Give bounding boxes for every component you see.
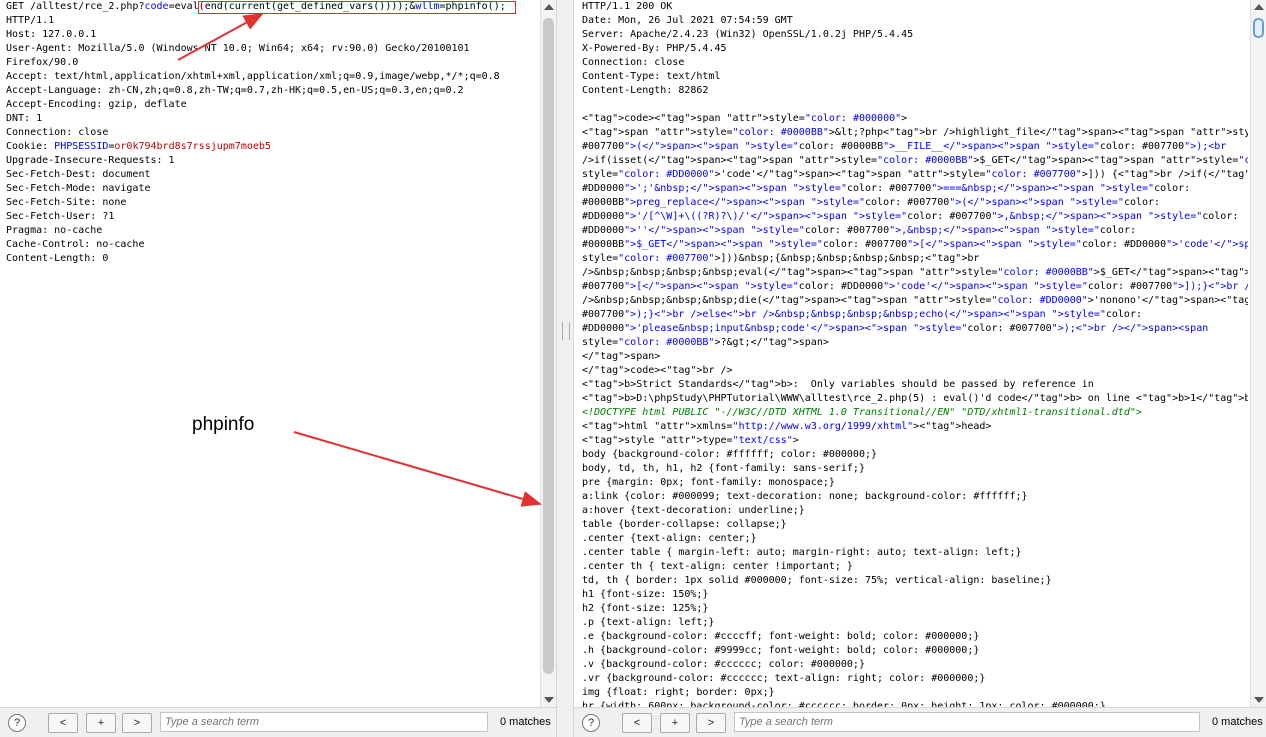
request-line: User-Agent: Mozilla/5.0 (Windows NT 10.0…: [6, 43, 470, 54]
response-line: <"tag">html "attr">xmlns="http://www.w3.…: [582, 421, 992, 432]
response-line: [582, 98, 1248, 112]
scroll-down-icon[interactable]: [1254, 697, 1264, 703]
search-add-button[interactable]: +: [660, 713, 690, 733]
response-line: td, th { border: 1px solid #000000; font…: [582, 575, 1052, 586]
response-line: <"tag">style "attr">type="text/css">: [582, 435, 799, 446]
request-search-input[interactable]: [160, 712, 488, 732]
search-prev-button[interactable]: <: [48, 713, 78, 733]
response-line: #007700">(</">span><">span ">style="colo…: [582, 141, 1227, 152]
request-line: Sec-Fetch-Dest: document: [6, 169, 151, 180]
request-line: Accept-Encoding: gzip, deflate: [6, 99, 187, 110]
response-line: body, td, th, h1, h2 {font-family: sans-…: [582, 463, 865, 474]
request-pane: GET /alltest/rce_2.php?code=eval(end(cur…: [0, 0, 556, 737]
response-line: .e {background-color: #ccccff; font-weig…: [582, 631, 980, 642]
response-line: />if(isset(</"tag">span><"tag">span "att…: [582, 155, 1248, 166]
response-line: #0000BB">preg_replace</">span><">span ">…: [582, 197, 1161, 208]
response-line: .v {background-color: #cccccc; color: #0…: [582, 659, 865, 670]
request-line: Accept: text/html,application/xhtml+xml,…: [6, 71, 500, 82]
request-line: Sec-Fetch-User: ?1: [6, 211, 115, 222]
response-line: a:hover {text-decoration: underline;}: [582, 505, 805, 516]
payload-highlight-box: [198, 1, 516, 14]
response-line: <"tag">b>Strict Standards</"tag">b>: Onl…: [582, 379, 1094, 390]
response-line: style="color: #DD0000">'code'</"tag">spa…: [582, 169, 1248, 180]
request-editor[interactable]: GET /alltest/rce_2.php?code=eval(end(cur…: [6, 0, 538, 707]
request-line: Upgrade-Insecure-Requests: 1: [6, 155, 175, 166]
response-line: pre {margin: 0px; font-family: monospace…: [582, 477, 835, 488]
response-line: <"tag">span "attr">style="color: #0000BB…: [582, 127, 1248, 138]
response-line: Connection: close: [582, 57, 685, 68]
response-scrollbar[interactable]: [1250, 0, 1266, 707]
pane-splitter[interactable]: [556, 0, 574, 737]
response-line: #007700">);}<">br />else<">br />&nbsp;&n…: [582, 309, 1142, 320]
response-search-input[interactable]: [734, 712, 1200, 732]
scroll-thumb[interactable]: [543, 18, 554, 674]
response-line: #007700">[</">span><">span ">style="colo…: [582, 281, 1248, 292]
response-pane: HTTP/1.1 200 OK Date: Mon, 26 Jul 2021 07…: [574, 0, 1266, 737]
response-line: </"tag">code><"tag">br />: [582, 365, 733, 376]
response-line: #DD0000">'/[^\W]+\((?R)?\)/'</">span><">…: [582, 211, 1239, 222]
response-search-bar: ? < + > 0 matches: [574, 707, 1266, 737]
response-line: a:link {color: #000099; text-decoration:…: [582, 491, 1028, 502]
response-line: style="color: #007700">]))&nbsp;{&nbsp;&…: [582, 253, 980, 264]
response-line: </"tag">span>: [582, 351, 661, 362]
response-line: <"tag">b>D:\phpStudy\PHPTutorial\WWW\all…: [582, 393, 1248, 404]
annotation-label: phpinfo: [192, 414, 255, 435]
response-line: X-Powered-By: PHP/5.4.45: [582, 43, 727, 54]
response-line: .center table { margin-left: auto; margi…: [582, 547, 1022, 558]
response-line: .vr {background-color: #cccccc; text-ali…: [582, 673, 986, 684]
help-icon[interactable]: ?: [8, 714, 26, 732]
request-line: Cache-Control: no-cache: [6, 239, 145, 250]
request-scrollbar[interactable]: [540, 0, 556, 707]
help-icon[interactable]: ?: [582, 714, 600, 732]
scroll-up-icon[interactable]: [1254, 4, 1264, 10]
response-line: table {border-collapse: collapse;}: [582, 519, 787, 530]
response-line: />&nbsp;&nbsp;&nbsp;&nbsp;die(</"tag">sp…: [582, 295, 1248, 306]
scroll-down-icon[interactable]: [544, 697, 554, 703]
response-line: Server: Apache/2.4.23 (Win32) OpenSSL/1.…: [582, 29, 914, 40]
request-line: Pragma: no-cache: [6, 225, 103, 236]
request-line: Sec-Fetch-Site: none: [6, 197, 127, 208]
search-next-button[interactable]: >: [696, 713, 726, 733]
response-line: .p {text-align: left;}: [582, 617, 715, 628]
response-line: <"tag">code><"tag">span "attr">style="co…: [582, 113, 908, 124]
request-line: Accept-Language: zh-CN,zh;q=0.8,zh-TW;q=…: [6, 85, 464, 96]
request-line: Cookie: PHPSESSID=or0k794brd8s7rssjupm7m…: [6, 141, 271, 152]
response-line: #DD0000">';'&nbsp;</">span><">span ">sty…: [582, 183, 1191, 194]
request-line: Firefox/90.0: [6, 57, 79, 68]
response-line: Date: Mon, 26 Jul 2021 07:54:59 GMT: [582, 15, 793, 26]
response-line: #0000BB">$_GET</">span><">span ">style="…: [582, 239, 1248, 250]
scroll-thumb[interactable]: [1253, 18, 1264, 38]
request-line: Content-Length: 0: [6, 253, 109, 264]
request-line: Connection: close: [6, 127, 109, 138]
response-line: #DD0000">'please&nbsp;input&nbsp;code'</…: [582, 323, 1209, 334]
response-line: Content-Length: 82862: [582, 85, 709, 96]
search-add-button[interactable]: +: [86, 713, 116, 733]
splitter-grip-icon: [562, 322, 570, 340]
response-line: .center {text-align: center;}: [582, 533, 757, 544]
request-match-count: 0 matches: [500, 716, 551, 728]
response-line: h2 {font-size: 125%;}: [582, 603, 709, 614]
request-line: Host: 127.0.0.1: [6, 29, 97, 40]
response-line: body {background-color: #ffffff; color: …: [582, 449, 878, 460]
response-line: hr {width: 600px; background-color: #ccc…: [582, 701, 1106, 707]
response-line: <!DOCTYPE html PUBLIC "-//W3C//DTD XHTML…: [582, 407, 1142, 418]
response-editor[interactable]: HTTP/1.1 200 OK Date: Mon, 26 Jul 2021 07…: [582, 0, 1248, 707]
response-line: style="color: #0000BB">?&gt;</"tag">span…: [582, 337, 829, 348]
response-match-count: 0 matches: [1212, 716, 1263, 728]
response-line: />&nbsp;&nbsp;&nbsp;&nbsp;eval(</"tag">s…: [582, 267, 1248, 278]
search-next-button[interactable]: >: [122, 713, 152, 733]
search-prev-button[interactable]: <: [622, 713, 652, 733]
response-line: h1 {font-size: 150%;}: [582, 589, 709, 600]
request-line: DNT: 1: [6, 113, 43, 124]
response-line: .h {background-color: #9999cc; font-weig…: [582, 645, 980, 656]
request-line: Sec-Fetch-Mode: navigate: [6, 183, 151, 194]
response-line: #DD0000">''</">span><">span ">style="col…: [582, 225, 1136, 236]
request-line: HTTP/1.1: [6, 15, 55, 26]
response-line: HTTP/1.1 200 OK: [582, 1, 673, 12]
response-line: .center th { text-align: center !importa…: [582, 561, 853, 572]
response-line: Content-Type: text/html: [582, 71, 721, 82]
request-search-bar: ? < + > 0 matches: [0, 707, 556, 737]
response-line: img {float: right; border: 0px;}: [582, 687, 775, 698]
scroll-up-icon[interactable]: [544, 4, 554, 10]
